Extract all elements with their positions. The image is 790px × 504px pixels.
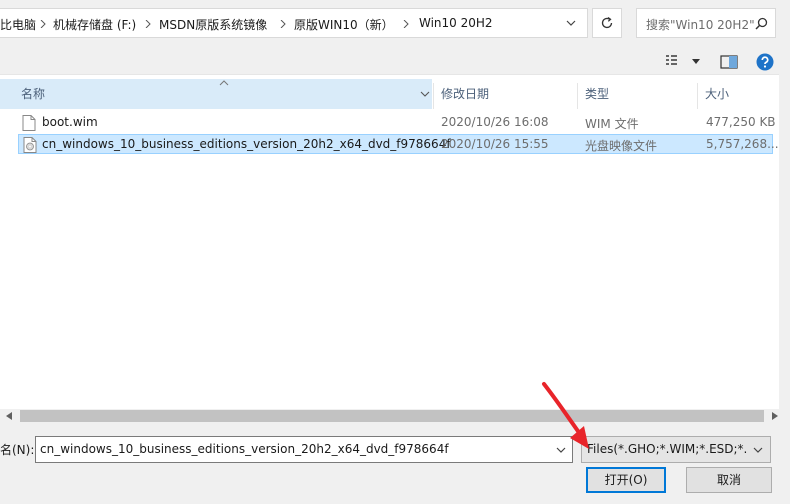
file-name: cn_windows_10_business_editions_version_…	[42, 137, 451, 151]
chevron-down-icon	[753, 447, 763, 453]
file-type: 光盘映像文件	[585, 139, 658, 153]
column-divider[interactable]	[433, 83, 434, 109]
column-header-date[interactable]: 修改日期	[441, 79, 489, 109]
filetype-value: Files(*.GHO;*.WIM;*.ESD;*.ISO	[587, 442, 768, 456]
scrollbar-thumb[interactable]	[20, 410, 764, 422]
chevron-right-icon	[280, 20, 286, 28]
file-row[interactable]: boot.wim 2020/10/26 16:08 WIM 文件 477,250…	[18, 113, 776, 133]
address-bar[interactable]: 比电脑 机械存储盘 (F:) MSDN原版系统镜像 原版WIN10（新） Win…	[0, 8, 588, 38]
file-type: WIM 文件	[585, 117, 639, 131]
file-date: 2020/10/26 16:08	[441, 115, 549, 129]
open-button[interactable]: 打开(O)	[586, 467, 666, 493]
file-size: 5,757,268...	[706, 137, 779, 151]
chevron-right-icon	[403, 20, 409, 28]
chevron-right-icon	[40, 20, 46, 28]
chevron-right-icon	[145, 20, 151, 28]
filename-label: 名(N):	[0, 443, 35, 457]
chevron-down-icon[interactable]	[566, 20, 576, 26]
refresh-button[interactable]	[592, 8, 622, 38]
scroll-right-icon[interactable]	[772, 412, 778, 420]
file-icon	[22, 115, 36, 131]
file-name: boot.wim	[42, 115, 98, 129]
breadcrumb-win10-20h2[interactable]: Win10 20H2	[419, 16, 493, 30]
scroll-left-icon[interactable]	[6, 412, 12, 420]
cancel-button[interactable]: 取消	[686, 467, 772, 493]
file-date: 2020/10/26 15:55	[441, 137, 549, 151]
red-arrow-annotation	[542, 382, 589, 449]
file-list[interactable]: 名称 修改日期 类型 大小 boot.wim 2020/10/26 16:08 …	[0, 74, 779, 410]
preview-pane-icon[interactable]	[720, 55, 738, 69]
column-header-row: 名称 修改日期 类型 大小	[0, 79, 779, 109]
chevron-down-icon[interactable]	[420, 91, 430, 97]
column-divider[interactable]	[697, 83, 698, 109]
column-header-size[interactable]: 大小	[705, 79, 729, 109]
refresh-icon	[601, 16, 613, 29]
file-size: 477,250 KB	[706, 115, 776, 129]
column-header-name[interactable]: 名称	[0, 79, 432, 109]
filename-input[interactable]: cn_windows_10_business_editions_version_…	[40, 442, 449, 456]
change-view-icon[interactable]	[664, 52, 686, 70]
help-icon[interactable]	[756, 53, 774, 71]
caret-down-icon[interactable]	[692, 59, 700, 64]
disc-image-file-icon	[23, 137, 37, 153]
search-input[interactable]: 搜索"Win10 20H2"	[646, 16, 755, 33]
breadcrumb-win10-new[interactable]: 原版WIN10（新）	[294, 16, 394, 33]
filename-combobox[interactable]: cn_windows_10_business_editions_version_…	[35, 436, 573, 463]
column-header-type[interactable]: 类型	[585, 79, 609, 109]
breadcrumb-this-pc[interactable]: 比电脑	[0, 16, 36, 33]
column-divider[interactable]	[577, 83, 578, 109]
breadcrumb-msdn-folder[interactable]: MSDN原版系统镜像	[159, 16, 267, 33]
breadcrumb-drive-f[interactable]: 机械存储盘 (F:)	[53, 16, 136, 33]
filetype-select[interactable]: Files(*.GHO;*.WIM;*.ESD;*.ISO	[581, 436, 771, 463]
vertical-scrollbar[interactable]	[779, 74, 790, 409]
horizontal-scrollbar[interactable]	[0, 409, 790, 423]
search-box[interactable]: 搜索"Win10 20H2"	[636, 8, 776, 38]
file-row-selected[interactable]: cn_windows_10_business_editions_version_…	[18, 134, 779, 154]
search-icon[interactable]	[755, 17, 768, 30]
sort-ascending-icon	[219, 80, 229, 86]
filetype-dropdown-button[interactable]	[748, 437, 770, 462]
column-label-name: 名称	[21, 87, 46, 101]
